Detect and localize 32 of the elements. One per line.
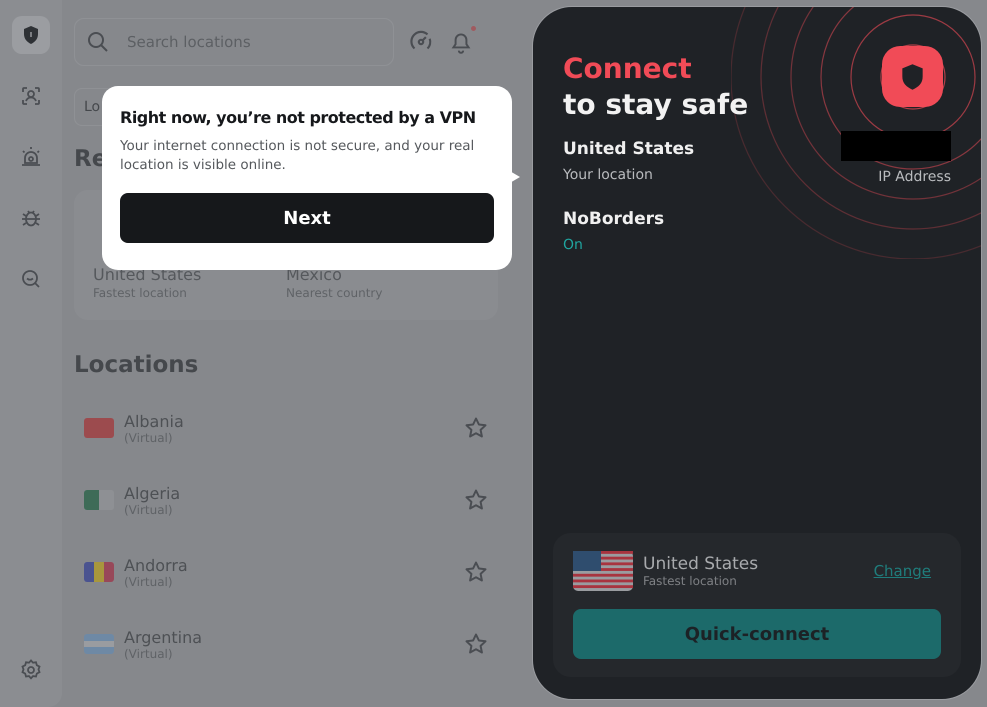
location-value: United States: [563, 139, 694, 159]
star-icon[interactable]: [464, 416, 488, 440]
settings-icon: [19, 658, 43, 682]
quick-connect-button[interactable]: Quick-connect: [573, 609, 941, 659]
location-name: United States: [643, 554, 758, 574]
headline-accent: Connect: [563, 51, 692, 87]
location-name[interactable]: Albania: [124, 412, 184, 430]
flag-icon: [84, 490, 114, 510]
star-icon[interactable]: [464, 488, 488, 512]
location-name[interactable]: Algeria: [124, 484, 180, 502]
next-button[interactable]: Next: [120, 193, 494, 243]
location-name[interactable]: Argentina: [124, 628, 202, 646]
us-flag-icon: [573, 551, 633, 591]
location-detail: Fastest location: [643, 574, 738, 588]
alarm-icon: [19, 145, 43, 169]
popup-title: Right now, you’re not protected by a VPN: [120, 108, 477, 127]
flag-icon: [84, 634, 114, 654]
feature-status: On: [563, 237, 584, 253]
change-link[interactable]: Change: [874, 562, 931, 580]
star-icon[interactable]: [464, 632, 488, 656]
location-name[interactable]: Andorra: [124, 556, 188, 574]
headline: to stay safe: [563, 87, 748, 123]
flag-icon: [84, 418, 114, 438]
section-heading: Locations: [74, 352, 200, 378]
nav-button[interactable]: [12, 16, 50, 54]
feature-name: NoBorders: [563, 209, 666, 229]
location-label: Your location: [563, 167, 654, 183]
flag-icon: [84, 562, 114, 582]
search-icon: [86, 30, 110, 54]
star-icon[interactable]: [464, 560, 488, 584]
popup-text: Your internet connection is not secure, and your real location is visible online.: [120, 137, 476, 175]
person-scan-icon: [19, 84, 43, 108]
